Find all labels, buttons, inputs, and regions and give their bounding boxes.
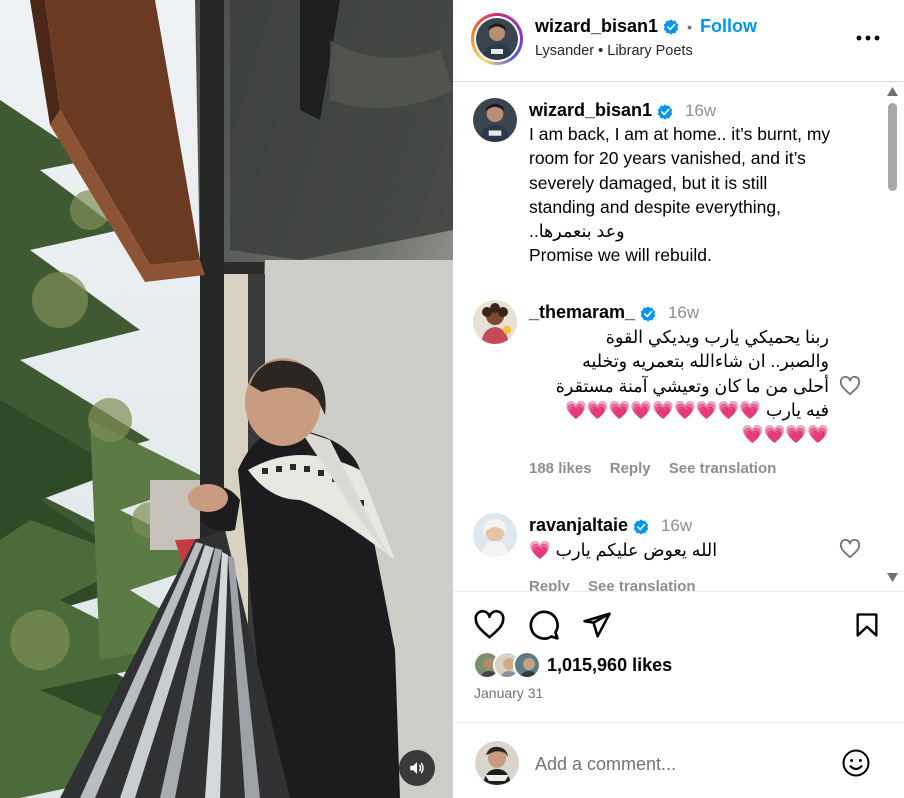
comment-meta: 188 likes Reply See translation (529, 460, 839, 477)
avatar (476, 18, 518, 60)
smiley-icon[interactable] (841, 748, 871, 778)
caption-text: I am back, I am at home.. it’s burnt, my… (529, 122, 839, 268)
speaker-icon (410, 762, 424, 774)
heart-icon[interactable] (839, 376, 861, 396)
bookmark-icon[interactable] (853, 610, 881, 640)
caption-username[interactable]: wizard_bisan1 (529, 100, 652, 120)
comments-list[interactable]: wizard_bisan1 16w I am back, I am at hom… (453, 83, 904, 591)
comment-username[interactable]: _themaram_ (529, 302, 635, 322)
paper-plane-icon[interactable] (582, 610, 612, 640)
caption-line: I am back, I am at home.. it’s burnt, my (529, 124, 831, 144)
comment-text: الله يعوض عليكم يارب 💗 (529, 538, 839, 562)
comment-line: أحلى من ما كان وتعيشي آمنة مستقرة (555, 375, 829, 396)
scroll-down-arrow-icon[interactable] (887, 573, 898, 582)
caption-line: standing and despite everything, (529, 196, 781, 217)
heart-icon[interactable] (839, 539, 861, 559)
post-date[interactable]: January 31 (474, 685, 543, 701)
comment-line: الله يعوض عليكم يارب 💗 (529, 540, 718, 560)
heart-icon[interactable] (473, 610, 506, 640)
avatar[interactable] (473, 300, 517, 344)
separator-dot: • (598, 43, 604, 59)
comment-username[interactable]: ravanjaltaie (529, 515, 628, 535)
audio-artist: Lysander (535, 43, 595, 59)
audio-track: Library Poets (607, 43, 693, 59)
verified-badge-icon (657, 104, 672, 120)
caption-line: Promise we will rebuild. (529, 245, 712, 266)
post-caption: wizard_bisan1 16w I am back, I am at hom… (473, 98, 853, 288)
comment-timestamp[interactable]: 16w (668, 303, 699, 322)
post-header: wizard_bisan1 • Follow Lysander • Librar… (453, 0, 904, 82)
post-author-username[interactable]: wizard_bisan1 (535, 16, 658, 36)
divider (453, 591, 904, 592)
audio-toggle-button[interactable] (399, 750, 435, 786)
avatar (513, 651, 541, 679)
comment-line: 💗💗💗💗 (741, 424, 829, 445)
caption-timestamp[interactable]: 16w (685, 101, 716, 120)
comment-line: ربنا يحميكي يارب ويديكي القوة (605, 327, 829, 347)
comment-text: ربنا يحميكي يارب ويديكي القوة والصبر.. ا… (529, 325, 829, 446)
comment-line: فيه يارب 💗💗💗💗💗💗💗💗💗 (565, 399, 829, 420)
comment-composer (453, 723, 904, 798)
verified-badge-icon (640, 306, 655, 322)
see-translation-button[interactable]: See translation (588, 578, 696, 591)
comment-line: والصبر.. ان شاءالله بتعمريه وتخليه (582, 351, 829, 372)
avatar[interactable] (473, 513, 517, 557)
avatar (475, 741, 519, 785)
comment-reply-button[interactable]: Reply (610, 460, 651, 477)
caption-line: room for 20 years vanished, and it’s (529, 148, 806, 169)
post-actions-bar (453, 606, 904, 646)
comment-item: _themaram_ 16w ربنا يحميكي يارب ويديكي ا… (473, 300, 861, 480)
scroll-up-arrow-icon[interactable] (887, 87, 898, 96)
scrollbar-thumb[interactable] (888, 103, 897, 191)
post-details-panel: wizard_bisan1 • Follow Lysander • Librar… (453, 0, 904, 798)
see-translation-button[interactable]: See translation (669, 460, 777, 477)
comment-timestamp[interactable]: 16w (661, 516, 692, 535)
comment-item: ravanjaltaie 16w الله يعوض عليكم يارب 💗 … (473, 513, 861, 591)
avatar[interactable] (473, 98, 517, 142)
more-options-icon (856, 35, 880, 41)
audio-attribution[interactable]: Lysander • Library Poets (535, 43, 693, 59)
caption-line: وعد بنعمرها.. (529, 221, 625, 242)
comment-likes-count[interactable]: 188 likes (529, 460, 592, 477)
comments-scrollbar[interactable] (884, 83, 901, 591)
likes-count[interactable]: 1,015,960 likes (547, 655, 672, 676)
comment-bubble-icon[interactable] (528, 609, 560, 641)
more-options-button[interactable] (853, 26, 883, 50)
caption-line: severely damaged, but it is still (529, 172, 768, 193)
author-avatar-story-ring[interactable] (471, 13, 523, 65)
separator-dot: • (687, 19, 692, 36)
comment-meta: Reply See translation (529, 578, 839, 591)
post-media[interactable] (0, 0, 453, 798)
post-video-frame (0, 0, 453, 798)
comment-reply-button[interactable]: Reply (529, 578, 570, 591)
follow-button[interactable]: Follow (700, 16, 757, 36)
add-comment-input[interactable] (535, 750, 825, 778)
verified-badge-icon (633, 519, 648, 535)
post-author-line: wizard_bisan1 • Follow (535, 16, 757, 37)
verified-badge-icon (663, 19, 679, 35)
